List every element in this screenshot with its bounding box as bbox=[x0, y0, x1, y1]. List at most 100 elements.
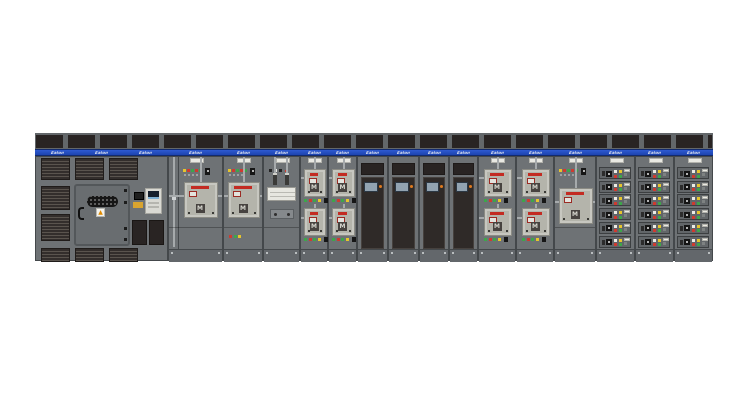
breaker-handle[interactable] bbox=[684, 225, 690, 231]
status-led bbox=[469, 185, 472, 188]
circuit-breaker-unit[interactable]: M bbox=[332, 208, 355, 236]
unit-latch bbox=[641, 198, 644, 203]
pilot-light bbox=[653, 202, 656, 205]
circuit-breaker-unit[interactable]: M bbox=[304, 169, 326, 197]
mcc-bucket[interactable] bbox=[638, 208, 670, 220]
mcc-bucket[interactable] bbox=[638, 194, 670, 206]
unit-bar bbox=[663, 242, 666, 245]
pilot-light bbox=[692, 184, 695, 187]
circuit-breaker-unit[interactable]: M bbox=[522, 169, 550, 197]
brand-logo: Eaton bbox=[275, 150, 289, 155]
knob[interactable] bbox=[287, 213, 290, 216]
control-switch[interactable] bbox=[504, 237, 508, 242]
breaker-handle[interactable] bbox=[606, 198, 612, 204]
mcc-bucket[interactable] bbox=[677, 208, 709, 220]
breaker-handle[interactable] bbox=[606, 225, 612, 231]
aux-dot bbox=[188, 174, 190, 176]
mcc-bucket[interactable] bbox=[599, 222, 631, 234]
mcc-bucket[interactable] bbox=[599, 167, 631, 179]
breaker-handle[interactable] bbox=[645, 239, 651, 245]
meter-keys bbox=[148, 206, 159, 208]
breaker-handle[interactable] bbox=[645, 171, 651, 177]
pilot-light bbox=[697, 239, 700, 242]
breaker-handle[interactable] bbox=[684, 198, 690, 204]
breaker-handle[interactable] bbox=[645, 198, 651, 204]
mcc-bucket[interactable] bbox=[677, 222, 709, 234]
hmi-screen[interactable] bbox=[426, 182, 439, 192]
mcc-bucket[interactable] bbox=[638, 181, 670, 193]
control-switch[interactable] bbox=[352, 198, 356, 203]
control-switch[interactable] bbox=[581, 168, 586, 175]
vfd-door[interactable] bbox=[423, 177, 445, 249]
vfd-door[interactable] bbox=[453, 177, 474, 249]
vfd-door[interactable] bbox=[361, 177, 384, 249]
breaker-handle[interactable] bbox=[645, 212, 651, 218]
door-handle[interactable] bbox=[78, 207, 84, 220]
circuit-breaker-unit[interactable]: M bbox=[332, 169, 355, 197]
circuit-breaker-unit[interactable]: M bbox=[304, 208, 326, 236]
mcc-bucket[interactable] bbox=[638, 236, 670, 248]
breaker-screw bbox=[544, 191, 546, 193]
power-meter[interactable] bbox=[145, 188, 162, 214]
aux-unit[interactable] bbox=[270, 209, 294, 219]
circuit-breaker-unit[interactable]: M bbox=[522, 208, 550, 236]
pilot-light bbox=[653, 188, 656, 191]
unit-latch bbox=[680, 226, 683, 231]
hmi-screen[interactable] bbox=[395, 182, 409, 192]
hmi-screen[interactable] bbox=[456, 182, 468, 192]
plinth-screw bbox=[391, 252, 393, 254]
breaker-handle[interactable] bbox=[684, 239, 690, 245]
mcc-bucket[interactable] bbox=[677, 181, 709, 193]
breaker-handle[interactable] bbox=[684, 212, 690, 218]
mcc-bucket[interactable] bbox=[599, 194, 631, 206]
plinth-screw bbox=[383, 252, 385, 254]
circuit-breaker-unit[interactable]: M bbox=[484, 169, 512, 197]
hmi-screen[interactable] bbox=[364, 182, 378, 192]
feeder-wire bbox=[497, 157, 499, 169]
kick-plinth bbox=[420, 249, 448, 262]
circuit-breaker-unit[interactable]: M bbox=[184, 182, 218, 218]
pilot-light bbox=[531, 199, 534, 202]
breaker-handle[interactable] bbox=[684, 171, 690, 177]
pilot-light bbox=[692, 188, 695, 191]
breaker-handle[interactable] bbox=[606, 184, 612, 190]
drawout-tray[interactable] bbox=[267, 187, 296, 201]
logo-slot: Eaton bbox=[168, 150, 223, 155]
circuit-breaker-unit[interactable]: M bbox=[559, 188, 593, 224]
vfd-top-vent bbox=[423, 163, 445, 175]
circuit-breaker-unit[interactable]: M bbox=[484, 208, 512, 236]
roof-band bbox=[35, 133, 713, 149]
control-switch[interactable] bbox=[352, 237, 356, 242]
hinge-dot bbox=[124, 238, 127, 241]
cabinet-door[interactable]: ▲ bbox=[74, 184, 130, 246]
mcc-bucket[interactable] bbox=[677, 167, 709, 179]
mcc-bucket[interactable] bbox=[599, 236, 631, 248]
pilot-light bbox=[697, 229, 700, 232]
knob[interactable] bbox=[274, 213, 277, 216]
breaker-handle[interactable] bbox=[645, 184, 651, 190]
breaker-trip-unit: M bbox=[338, 183, 347, 192]
mcc-bucket[interactable] bbox=[638, 222, 670, 234]
mcc-bucket[interactable] bbox=[599, 208, 631, 220]
breaker-handle[interactable] bbox=[606, 212, 612, 218]
breaker-handle[interactable] bbox=[684, 184, 690, 190]
breaker-handle[interactable] bbox=[645, 225, 651, 231]
control-switch[interactable] bbox=[250, 168, 255, 175]
mcc-bucket[interactable] bbox=[677, 236, 709, 248]
control-switch[interactable] bbox=[542, 237, 546, 242]
control-switch[interactable] bbox=[205, 168, 210, 175]
warning-triangle-icon: ▲ bbox=[97, 209, 104, 217]
mcc-bucket[interactable] bbox=[599, 181, 631, 193]
control-switch[interactable] bbox=[504, 198, 508, 203]
control-switch[interactable] bbox=[542, 198, 546, 203]
breaker-handle[interactable] bbox=[606, 239, 612, 245]
kick-plinth bbox=[169, 249, 222, 262]
circuit-breaker-unit[interactable]: M bbox=[228, 182, 260, 218]
brand-logo: Eaton bbox=[397, 150, 411, 155]
pilot-light bbox=[571, 169, 574, 172]
breaker-handle[interactable] bbox=[606, 171, 612, 177]
fuse-post bbox=[273, 173, 277, 185]
mcc-bucket[interactable] bbox=[638, 167, 670, 179]
vfd-door[interactable] bbox=[392, 177, 415, 249]
mcc-bucket[interactable] bbox=[677, 194, 709, 206]
